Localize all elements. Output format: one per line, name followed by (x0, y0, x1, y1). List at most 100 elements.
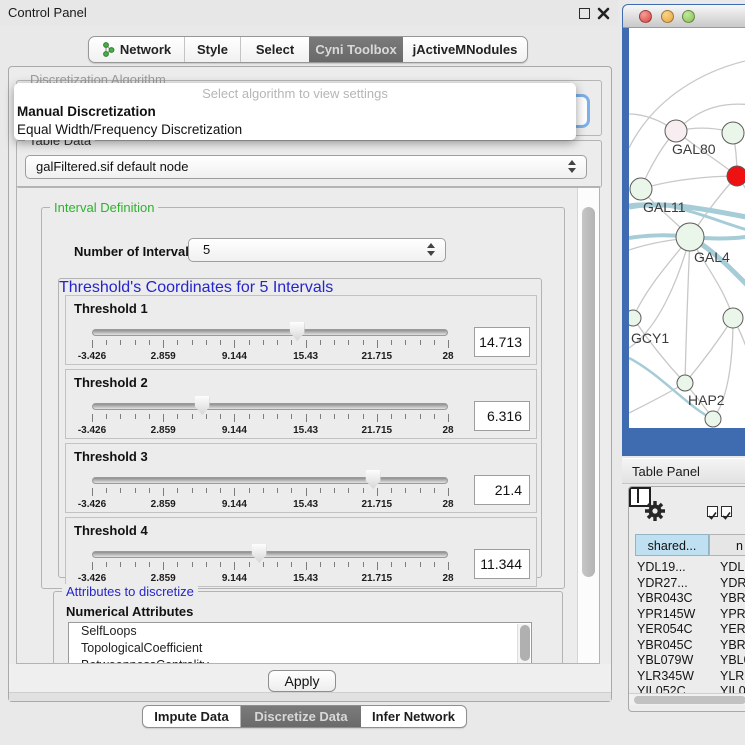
table-row[interactable]: YBL079WYBL0 (635, 653, 745, 668)
apply-button[interactable]: Apply (268, 670, 336, 692)
tab-style[interactable]: Style (185, 37, 241, 62)
threshold-3-slider-thumb[interactable] (366, 470, 381, 489)
threshold-1-value-field[interactable]: 14.713 (474, 327, 530, 357)
numerical-attributes-list[interactable]: SelfLoopsTopologicalCoefficientBetweenne… (68, 622, 532, 664)
gear-icon[interactable] (643, 499, 667, 523)
combobox-arrows-icon (568, 160, 577, 173)
node-label-gcy1: GCY1 (631, 330, 669, 346)
column-header-name[interactable]: n (709, 534, 745, 556)
table-row[interactable]: YIL052CYIL0 (635, 684, 745, 693)
slider-tick (291, 488, 292, 493)
network-graph: GAL80 GA GAL11 C GAL4 GCY1 H HAP2 (629, 28, 745, 428)
slider-tick (192, 414, 193, 419)
node-gal11[interactable] (630, 178, 652, 200)
interval-definition-fieldset: Interval Definition Number of Intervals … (41, 207, 565, 589)
attribute-list-item[interactable]: SelfLoops (69, 623, 531, 640)
table-row[interactable]: YPR145WYPR1 (635, 607, 745, 622)
table-row[interactable]: YBR045CYBR0 (635, 638, 745, 653)
threshold-3-value-field[interactable]: 21.4 (474, 475, 530, 505)
threshold-4-value-field[interactable]: 11.344 (474, 549, 530, 579)
dropdown-hint-item[interactable]: Select algorithm to view settings (14, 85, 576, 103)
threshold-4-panel: Threshold 4 -3.4262.8599.14415.4321.7152… (65, 517, 537, 587)
threshold-2-value-field[interactable]: 6.316 (474, 401, 530, 431)
tab-jactivemnodules[interactable]: jActiveMNodules (403, 37, 527, 62)
number-of-intervals-spinner[interactable]: 5 (188, 238, 446, 262)
slider-tick (277, 340, 278, 345)
slider-tick (120, 340, 121, 345)
tab-impute-data[interactable]: Impute Data (143, 706, 241, 727)
node-gal4[interactable] (676, 223, 704, 251)
node-selected-red[interactable] (727, 166, 745, 186)
node-gal80[interactable] (665, 120, 687, 142)
minimize-traffic-light-icon[interactable] (661, 10, 674, 23)
slider-tick (263, 340, 264, 345)
slider-tick (135, 562, 136, 567)
attributes-label: Attributes to discretize (62, 584, 198, 599)
control-panel-titlebar: Control Panel (0, 0, 618, 26)
slider-tick (306, 414, 307, 422)
tab-discretize-data[interactable]: Discretize Data (241, 706, 361, 727)
panel-scrollbar[interactable] (577, 187, 599, 663)
table-data-combobox[interactable]: galFiltered.sif default node (25, 155, 587, 179)
slider-tick-label: 2.859 (151, 499, 176, 510)
slider-tick (206, 340, 207, 345)
network-view-window: GAL80 GA GAL11 C GAL4 GCY1 H HAP2 (622, 4, 745, 456)
slider-tick (291, 414, 292, 419)
close-traffic-light-icon[interactable] (639, 10, 652, 23)
slider-tick (277, 414, 278, 419)
slider-tick (120, 562, 121, 567)
slider-tick (120, 488, 121, 493)
table-row[interactable]: YDR27...YDR2 (635, 576, 745, 591)
cell-name: YBL0 (720, 653, 745, 667)
dropdown-option-equal-width[interactable]: Equal Width/Frequency Discretization (14, 121, 576, 139)
tab-network[interactable]: Network (89, 37, 185, 62)
network-window-titlebar[interactable] (623, 5, 745, 28)
dropdown-option-manual-discretization[interactable]: Manual Discretization (14, 103, 576, 121)
tab-infer-network-label: Infer Network (372, 709, 455, 724)
column-header-shared-name[interactable]: shared... (635, 534, 709, 556)
table-row[interactable]: YLR345WYLR3 (635, 669, 745, 684)
tab-discretize-data-label: Discretize Data (254, 709, 347, 724)
slider-tick (306, 562, 307, 570)
select-none-checkbox-icon[interactable] (721, 506, 732, 517)
attribute-list-item[interactable]: TopologicalCoefficient (69, 640, 531, 657)
node-bottom[interactable] (705, 411, 721, 427)
node-hap2[interactable] (677, 375, 693, 391)
table-row[interactable]: YER054CYER0 (635, 622, 745, 637)
slider-tick (149, 414, 150, 419)
threshold-4-slider-thumb[interactable] (252, 544, 267, 563)
node-h[interactable] (723, 308, 743, 328)
node-label-gal80: GAL80 (672, 141, 716, 157)
tab-style-label: Style (197, 42, 228, 57)
slider-tick-label: 9.144 (222, 573, 247, 584)
slider-tick (434, 562, 435, 567)
slider-tick (149, 340, 150, 345)
threshold-1-slider-thumb[interactable] (290, 322, 305, 341)
table-row[interactable]: YBR043CYBR0 (635, 591, 745, 606)
table-row[interactable]: YDL19...YDL1 (635, 560, 745, 575)
close-icon[interactable] (597, 7, 610, 20)
select-all-checkbox-icon[interactable] (707, 506, 718, 517)
table-horizontal-scrollbar[interactable] (629, 693, 745, 705)
slider-tick (220, 340, 221, 345)
slider-tick-label: 21.715 (362, 351, 393, 362)
slider-tick (377, 414, 378, 422)
slider-tick-label: 28 (442, 499, 453, 510)
slider-tick (334, 340, 335, 345)
node-gcy1[interactable] (629, 310, 641, 326)
attribute-list-item[interactable]: BetweennessCentrality (69, 657, 531, 664)
tab-cyni-toolbox[interactable]: Cyni Toolbox (309, 37, 403, 62)
slider-tick-label: 15.43 (293, 425, 318, 436)
thresholds-fieldset: Threshold's Coordinates for 5 Intervals … (58, 278, 542, 578)
network-canvas[interactable]: GAL80 GA GAL11 C GAL4 GCY1 H HAP2 (629, 28, 745, 428)
float-window-icon[interactable] (579, 8, 590, 19)
node-partial-top[interactable] (722, 122, 744, 144)
tab-infer-network[interactable]: Infer Network (361, 706, 466, 727)
threshold-2-scale: -3.4262.8599.14415.4321.71528 (92, 414, 448, 440)
panel-scrollbar-thumb[interactable] (582, 207, 595, 577)
slider-tick (92, 414, 93, 422)
list-scrollbar[interactable] (517, 624, 530, 664)
tab-select[interactable]: Select (241, 37, 309, 62)
threshold-2-slider-thumb[interactable] (195, 396, 210, 415)
zoom-traffic-light-icon[interactable] (682, 10, 695, 23)
